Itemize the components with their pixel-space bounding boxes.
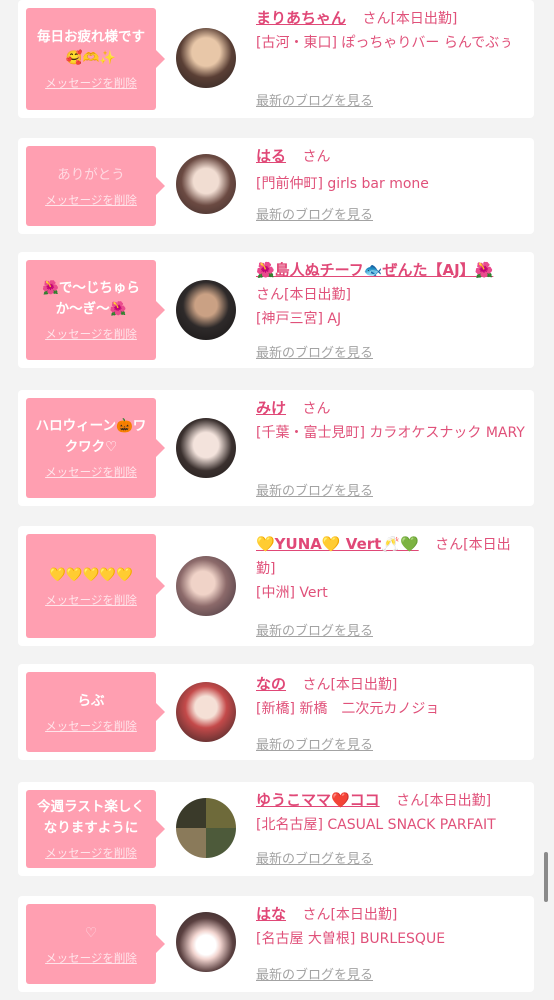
shop-location: [神戸三宮] AJ: [256, 311, 342, 327]
message-card: ハロウィーン🎃ワクワク♡ メッセージを削除 みけ さん [千葉・富士見町] カラ…: [18, 390, 534, 506]
message-text: ♡: [84, 924, 98, 941]
message-text: らぶ: [77, 692, 105, 709]
message-text: 🌺で〜じちゅらか〜ぎ〜🌺: [42, 280, 140, 317]
blog-link[interactable]: 最新のブログを見る: [256, 620, 373, 639]
honorific: さん: [362, 11, 391, 27]
shop-location: [新橋] 新橋 二次元カノジョ: [256, 701, 440, 717]
message-bubble: 毎日お疲れ様です🥰🫶✨ メッセージを削除: [26, 8, 165, 110]
avatar[interactable]: [176, 280, 236, 340]
shop-location: [中洲] Vert: [256, 585, 328, 601]
delete-message-link[interactable]: メッセージを削除: [45, 75, 137, 91]
message-bubble: 🌺で〜じちゅらか〜ぎ〜🌺 メッセージを削除: [26, 260, 165, 360]
honorific: さん: [435, 537, 464, 553]
card-info: 🌺島人ぬチーフ🐟ぜんた【AJ】🌺 さん[本日出勤] [神戸三宮] AJ: [256, 258, 526, 331]
profile-name-link[interactable]: なの: [256, 675, 286, 693]
blog-link[interactable]: 最新のブログを見る: [256, 204, 373, 223]
delete-message-link[interactable]: メッセージを削除: [45, 464, 137, 480]
card-info: みけ さん [千葉・富士見町] カラオケスナック MARY: [256, 396, 526, 445]
card-info: はな さん[本日出勤] [名古屋 大曽根] BURLESQUE: [256, 902, 526, 951]
delete-message-link[interactable]: メッセージを削除: [45, 718, 137, 734]
message-bubble: ありがとう メッセージを削除: [26, 146, 165, 226]
profile-name-link[interactable]: はな: [256, 905, 286, 923]
message-card: ♡ メッセージを削除 はな さん[本日出勤] [名古屋 大曽根] BURLESQ…: [18, 896, 534, 992]
shop-location: [古河・東口] ぽっちゃりバー らんでぶぅ: [256, 35, 514, 51]
honorific: さん: [396, 793, 425, 809]
status-badge: [本日出勤]: [284, 287, 351, 303]
message-bubble: 今週ラスト楽しくなりますように メッセージを削除: [26, 790, 165, 868]
card-info: まりあちゃん さん[本日出勤] [古河・東口] ぽっちゃりバー らんでぶぅ: [256, 6, 526, 55]
profile-name-link[interactable]: 💛YUNA💛 Vert🥂💚: [256, 535, 419, 553]
delete-message-link[interactable]: メッセージを削除: [45, 950, 137, 966]
message-card: 💛💛💛💛💛 メッセージを削除 💛YUNA💛 Vert🥂💚 さん[本日出勤] [中…: [18, 526, 534, 646]
delete-message-link[interactable]: メッセージを削除: [45, 845, 137, 861]
profile-name-link[interactable]: 🌺島人ぬチーフ🐟ぜんた【AJ】🌺: [256, 261, 493, 279]
message-text: ハロウィーン🎃ワクワク♡: [35, 418, 147, 455]
message-text: 毎日お疲れ様です🥰🫶✨: [37, 29, 145, 66]
message-card: 🌺で〜じちゅらか〜ぎ〜🌺 メッセージを削除 🌺島人ぬチーフ🐟ぜんた【AJ】🌺 さ…: [18, 252, 534, 368]
status-badge: [本日出勤]: [424, 793, 492, 809]
message-text: ありがとう: [57, 166, 125, 183]
status-badge: [本日出勤]: [330, 907, 398, 923]
honorific: さん: [302, 149, 331, 165]
avatar[interactable]: [176, 682, 236, 742]
honorific: さん: [302, 401, 331, 417]
message-bubble: 💛💛💛💛💛 メッセージを削除: [26, 534, 165, 638]
delete-message-link[interactable]: メッセージを削除: [45, 192, 137, 208]
profile-name-link[interactable]: ゆうこママ❤️ココ: [256, 791, 380, 809]
blog-link[interactable]: 最新のブログを見る: [256, 342, 373, 361]
message-text: 今週ラスト楽しくなりますように: [37, 799, 145, 836]
shop-location: [門前仲町] girls bar mone: [256, 176, 429, 192]
card-info: なの さん[本日出勤] [新橋] 新橋 二次元カノジョ: [256, 672, 526, 721]
card-info: はる さん [門前仲町] girls bar mone: [256, 144, 526, 196]
honorific: さん: [302, 677, 331, 693]
message-card: 毎日お疲れ様です🥰🫶✨ メッセージを削除 まりあちゃん さん[本日出勤] [古河…: [18, 0, 534, 118]
avatar[interactable]: [176, 154, 236, 214]
blog-link[interactable]: 最新のブログを見る: [256, 964, 373, 983]
message-bubble: ♡ メッセージを削除: [26, 904, 165, 984]
message-bubble: ハロウィーン🎃ワクワク♡ メッセージを削除: [26, 398, 165, 498]
profile-name-link[interactable]: みけ: [256, 399, 286, 417]
avatar[interactable]: [176, 418, 236, 478]
honorific: さん: [302, 907, 331, 923]
profile-name-link[interactable]: はる: [256, 147, 286, 165]
shop-location: [北名古屋] CASUAL SNACK PARFAIT: [256, 817, 496, 833]
avatar[interactable]: [176, 912, 236, 972]
avatar[interactable]: [176, 798, 236, 858]
avatar[interactable]: [176, 28, 236, 88]
honorific: さん: [256, 287, 284, 303]
blog-link[interactable]: 最新のブログを見る: [256, 90, 373, 109]
shop-location: [名古屋 大曽根] BURLESQUE: [256, 931, 446, 947]
scrollbar[interactable]: [544, 852, 548, 902]
card-info: ゆうこママ❤️ココ さん[本日出勤] [北名古屋] CASUAL SNACK P…: [256, 788, 531, 837]
card-info: 💛YUNA💛 Vert🥂💚 さん[本日出勤] [中洲] Vert: [256, 532, 526, 605]
message-card: らぶ メッセージを削除 なの さん[本日出勤] [新橋] 新橋 二次元カノジョ …: [18, 664, 534, 760]
delete-message-link[interactable]: メッセージを削除: [45, 326, 137, 342]
status-badge: [本日出勤]: [390, 11, 458, 27]
blog-link[interactable]: 最新のブログを見る: [256, 480, 373, 499]
blog-link[interactable]: 最新のブログを見る: [256, 734, 373, 753]
status-badge: [本日出勤]: [330, 677, 398, 693]
shop-location: [千葉・富士見町] カラオケスナック MARY: [256, 425, 525, 441]
message-bubble: らぶ メッセージを削除: [26, 672, 165, 752]
message-text: 💛💛💛💛💛: [48, 566, 134, 583]
message-card: ありがとう メッセージを削除 はる さん [門前仲町] girls bar mo…: [18, 138, 534, 234]
profile-name-link[interactable]: まりあちゃん: [256, 9, 346, 27]
delete-message-link[interactable]: メッセージを削除: [45, 592, 137, 608]
blog-link[interactable]: 最新のブログを見る: [256, 848, 373, 867]
avatar[interactable]: [176, 556, 236, 616]
message-card: 今週ラスト楽しくなりますように メッセージを削除 ゆうこママ❤️ココ さん[本日…: [18, 782, 534, 876]
